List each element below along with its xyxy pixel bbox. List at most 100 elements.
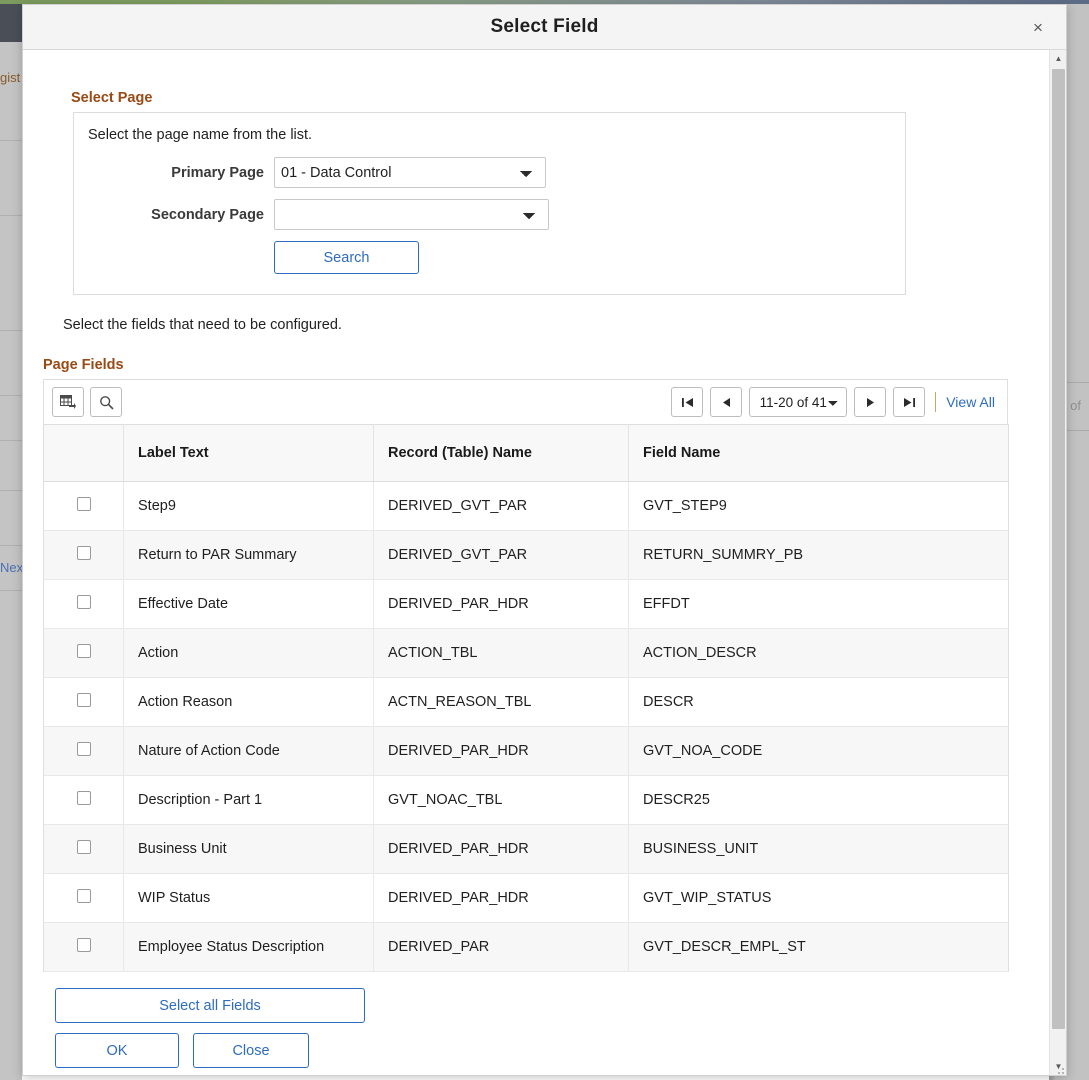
search-icon[interactable] [90,387,122,417]
background-divider [0,395,22,396]
close-button[interactable]: Close [193,1033,309,1068]
table-row: Return to PAR Summary DERIVED_GVT_PAR RETU… [43,530,1009,580]
row-select-cell [43,579,124,629]
modal-header: Select Field × [23,5,1066,50]
grid-toolbar: 11-20 of 41 View All [43,379,1008,424]
row-select-cell [43,628,124,678]
table-row: Business Unit DERIVED_PAR_HDR BUSINESS_UNI… [43,824,1009,874]
table-row: Nature of Action Code DERIVED_PAR_HDR GVT_… [43,726,1009,776]
cell-record-name: ACTION_TBL [373,628,629,678]
cell-label-text: Effective Date [123,579,374,629]
table-row: Action Reason ACTN_REASON_TBL DESCR [43,677,1009,727]
row-select-checkbox[interactable] [76,644,91,658]
cell-label-text: Step9 [123,481,374,531]
first-page-icon[interactable] [671,387,704,417]
scroll-up-icon[interactable]: ▲ [1050,50,1066,67]
background-text-fragment: of [1070,398,1081,413]
background-divider [0,440,22,441]
cell-label-text: WIP Status [123,873,374,923]
background-text-fragment: gist [0,70,21,85]
row-select-checkbox[interactable] [76,742,91,756]
cell-field-name: DESCR25 [628,775,1009,825]
cell-field-name: BUSINESS_UNIT [628,824,1009,874]
row-select-checkbox[interactable] [76,938,91,952]
column-header-field-name: Field Name [628,424,1009,482]
cell-field-name: RETURN_SUMMRY_PB [628,530,1009,580]
background-divider [0,140,22,141]
modal-scrollbar[interactable]: ▲ ▼ [1049,50,1066,1075]
column-header-select [43,424,124,482]
cell-record-name: DERIVED_PAR_HDR [373,579,629,629]
background-divider [0,490,22,491]
row-select-checkbox[interactable] [76,595,91,609]
primary-page-select[interactable]: 01 - Data Control [274,157,546,188]
background-app-header [0,4,22,42]
select-field-modal: Select Field × Select Page Select the pa… [22,4,1067,1076]
row-select-cell [43,677,124,727]
table-row: Step9 DERIVED_GVT_PAR GVT_STEP9 [43,481,1009,531]
row-select-checkbox[interactable] [76,791,91,805]
cell-label-text: Action [123,628,374,678]
row-select-checkbox[interactable] [76,693,91,707]
cell-label-text: Nature of Action Code [123,726,374,776]
cell-record-name: DERIVED_GVT_PAR [373,530,629,580]
cell-record-name: DERIVED_PAR_HDR [373,873,629,923]
secondary-page-select[interactable] [274,199,549,230]
ok-close-row: OK Close [55,1033,1008,1068]
table-row: Employee Status Description DERIVED_PAR GV… [43,922,1009,972]
previous-page-icon[interactable] [710,387,743,417]
row-select-cell [43,726,124,776]
background-divider [0,590,22,591]
page-fields-table: Label Text Record (Table) Name Field Nam… [43,424,1009,972]
close-icon[interactable]: × [1026,15,1050,39]
cell-record-name: GVT_NOAC_TBL [373,775,629,825]
modal-actions: Select all Fields OK Close [55,988,1008,1075]
row-select-cell [43,530,124,580]
search-row: Search [74,241,905,274]
cell-field-name: GVT_NOA_CODE [628,726,1009,776]
secondary-page-label: Secondary Page [151,206,264,223]
background-link-fragment: Nex [0,560,24,575]
background-divider [0,545,22,546]
row-select-checkbox[interactable] [76,546,91,560]
scrollbar-thumb[interactable] [1052,69,1065,1029]
grid-personalize-icon[interactable] [52,387,84,417]
cell-field-name: EFFDT [628,579,1009,629]
select-all-fields-button[interactable]: Select all Fields [55,988,365,1023]
background-divider [0,215,22,216]
select-page-instruction: Select the page name from the list. [88,127,313,143]
table-header: Label Text Record (Table) Name Field Nam… [43,424,1009,482]
view-all-link[interactable]: View All [946,394,999,410]
row-select-checkbox[interactable] [76,889,91,903]
row-select-cell [43,922,124,972]
primary-page-label: Primary Page [171,164,264,181]
cell-label-text: Business Unit [123,824,374,874]
cell-record-name: DERIVED_PAR_HDR [373,726,629,776]
page-fields-grid-wrapper: 11-20 of 41 View All Label Text Record (… [43,379,1009,1075]
row-select-checkbox[interactable] [76,497,91,511]
configure-fields-instruction: Select the fields that need to be config… [63,317,342,333]
modal-body: Select Page Select the page name from th… [23,50,1066,1075]
cell-record-name: DERIVED_PAR_HDR [373,824,629,874]
grid-pagination: 11-20 of 41 View All [671,387,999,417]
cell-field-name: GVT_DESCR_EMPL_ST [628,922,1009,972]
page-range-select[interactable]: 11-20 of 41 [749,387,848,417]
next-page-icon[interactable] [854,387,887,417]
row-select-cell [43,481,124,531]
select-page-heading: Select Page [71,90,153,106]
search-button[interactable]: Search [274,241,419,274]
table-header-row: Label Text Record (Table) Name Field Nam… [43,424,1009,482]
ok-button[interactable]: OK [55,1033,179,1068]
row-select-checkbox[interactable] [76,840,91,854]
cell-record-name: DERIVED_GVT_PAR [373,481,629,531]
search-spacer [74,241,274,274]
cell-field-name: DESCR [628,677,1009,727]
cell-label-text: Employee Status Description [123,922,374,972]
cell-label-text: Description - Part 1 [123,775,374,825]
modal-title: Select Field [490,16,599,37]
cell-label-text: Action Reason [123,677,374,727]
resize-grip-icon[interactable] [1054,1064,1064,1074]
row-select-cell [43,824,124,874]
last-page-icon[interactable] [893,387,926,417]
column-header-label-text: Label Text [123,424,374,482]
